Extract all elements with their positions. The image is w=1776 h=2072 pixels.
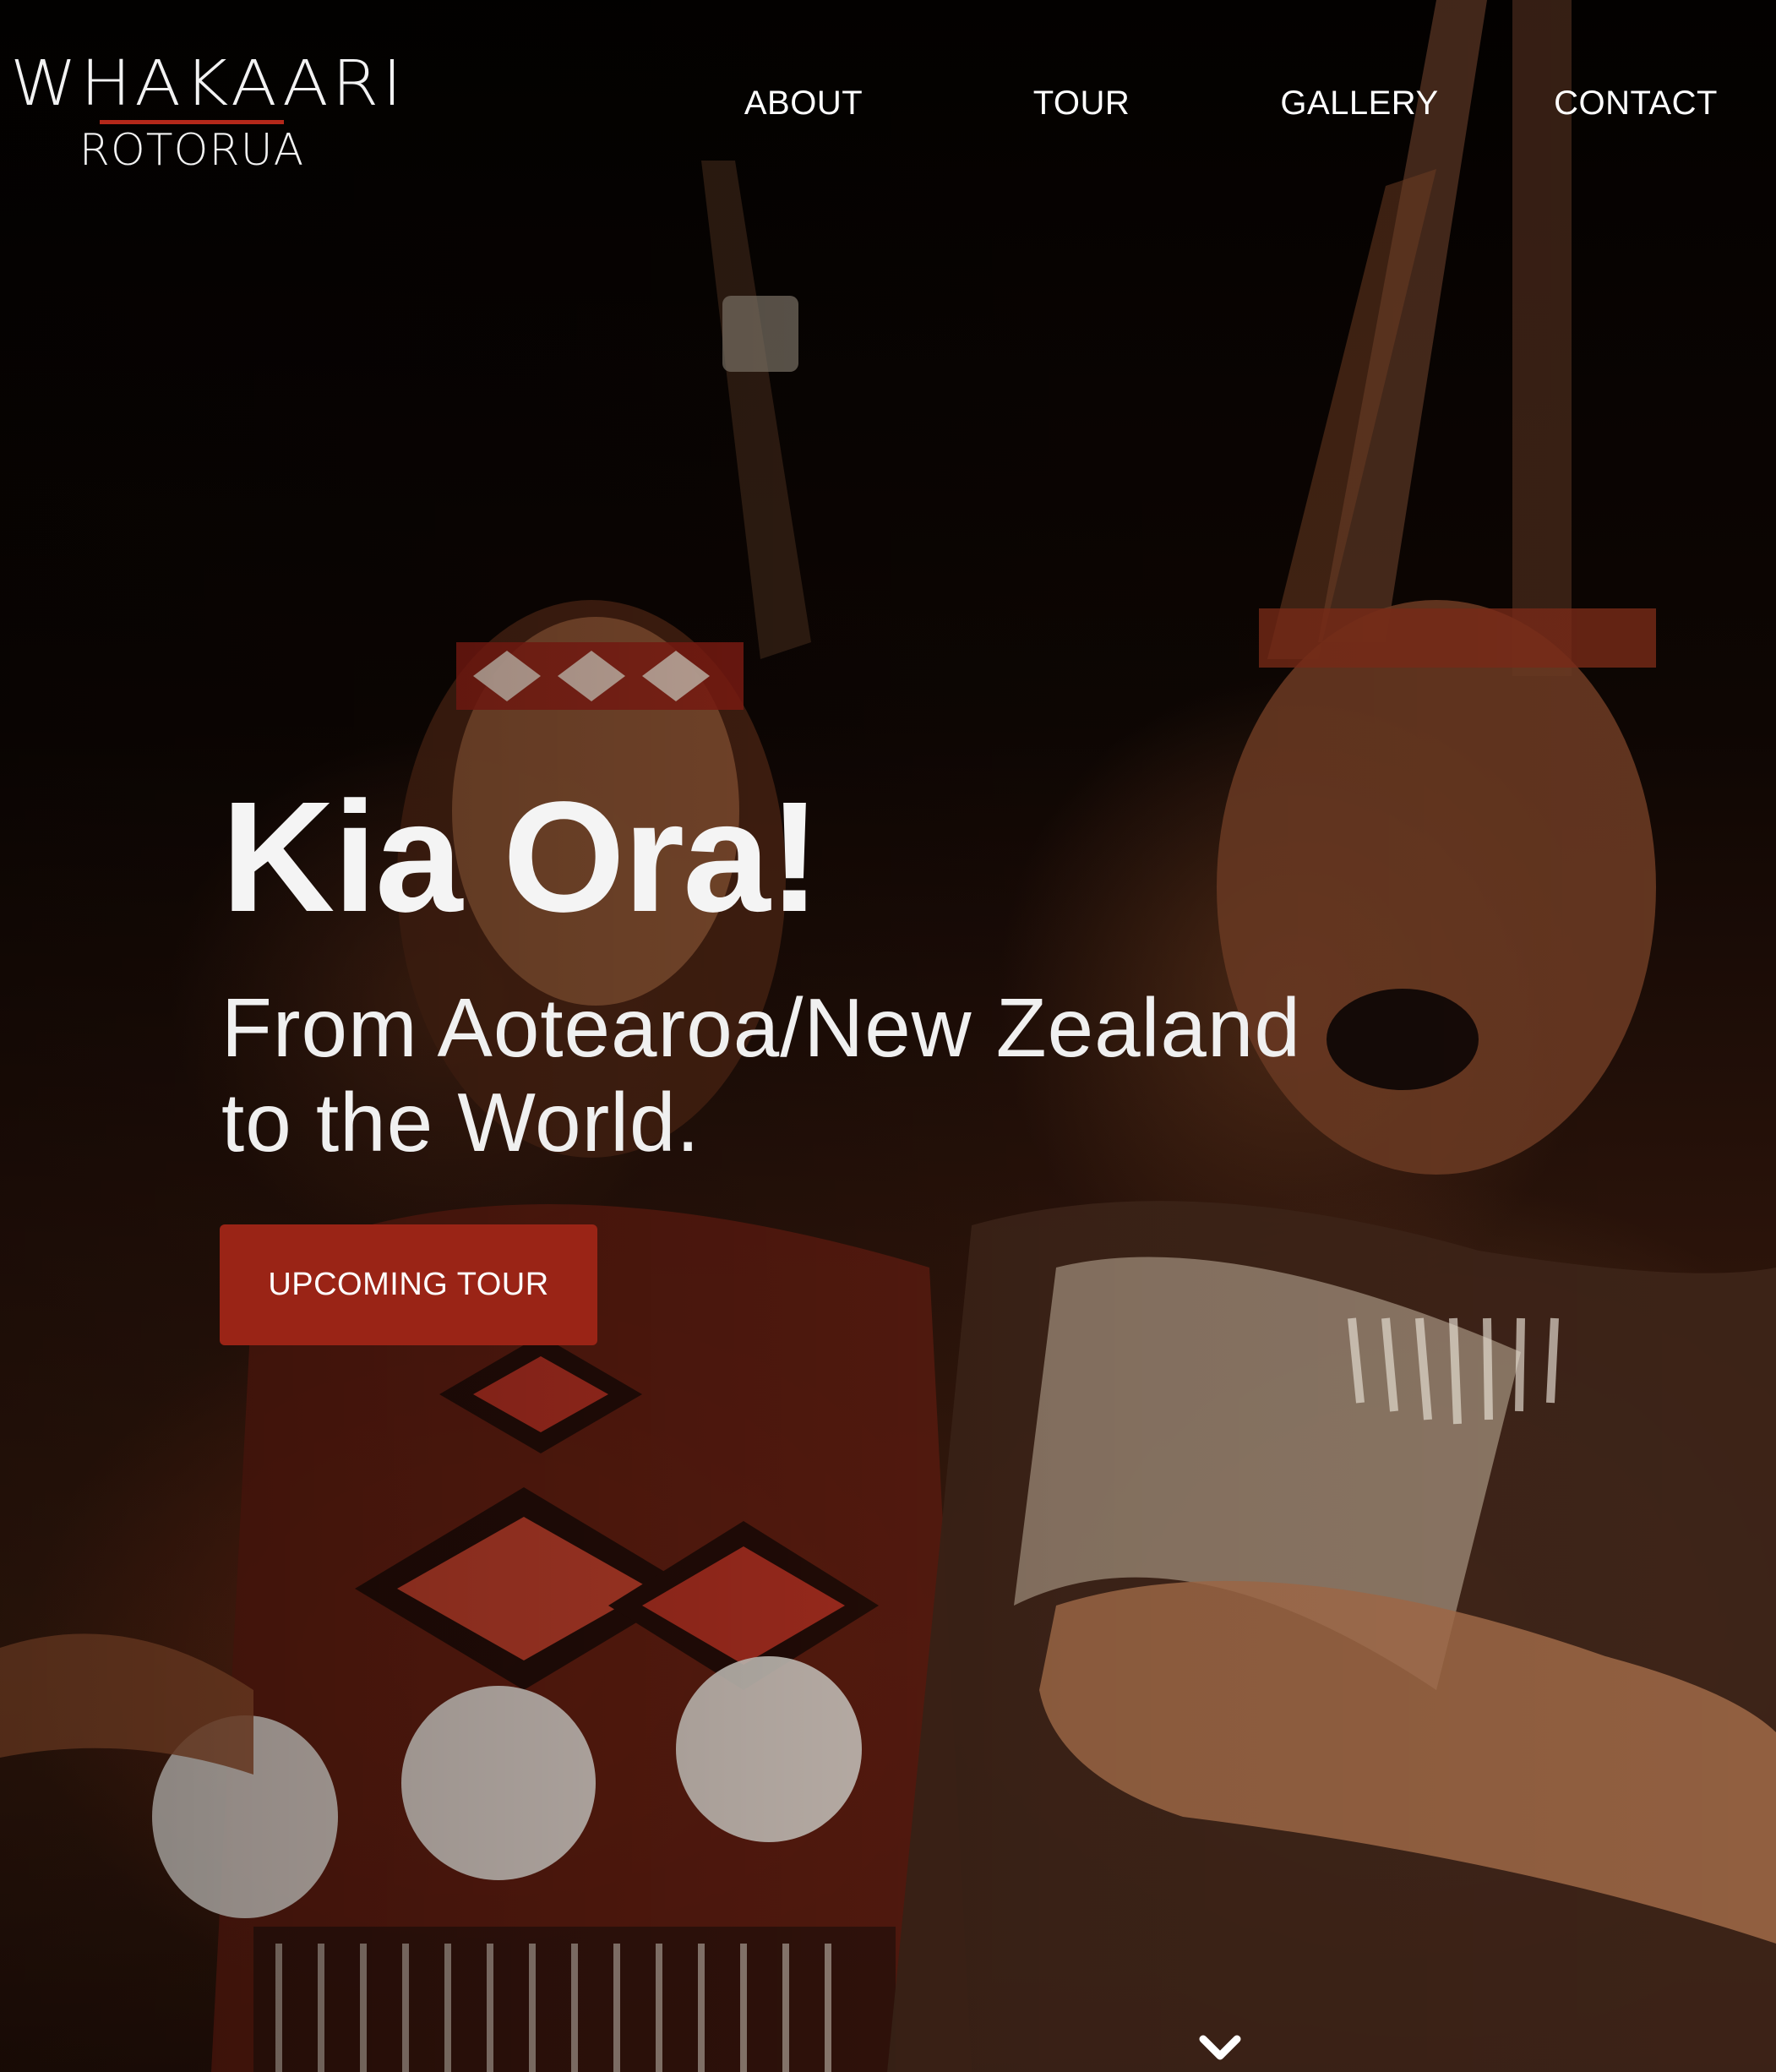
hero-subtitle: From Aotearoa/New Zealand to the World. <box>221 980 1404 1170</box>
nav-link-about[interactable]: ABOUT <box>744 85 863 123</box>
chevron-down-icon[interactable] <box>1198 2032 1242 2066</box>
nav-link-tour[interactable]: TOUR <box>1033 85 1130 123</box>
page: WHAKAARI ROTORUA ABOUT TOUR GALLERY CONT… <box>0 0 1776 2072</box>
nav-link-gallery[interactable]: GALLERY <box>1280 85 1438 123</box>
hero-title: Kia Ora! <box>221 770 821 945</box>
nav-link-contact[interactable]: CONTACT <box>1554 85 1718 123</box>
main-nav: ABOUT TOUR GALLERY CONTACT <box>0 85 1776 135</box>
upcoming-tour-button[interactable]: UPCOMING TOUR <box>220 1224 597 1345</box>
hero-subtitle-line-2: to the World. <box>221 1076 700 1169</box>
hero-subtitle-line-1: From Aotearoa/New Zealand <box>221 981 1301 1074</box>
